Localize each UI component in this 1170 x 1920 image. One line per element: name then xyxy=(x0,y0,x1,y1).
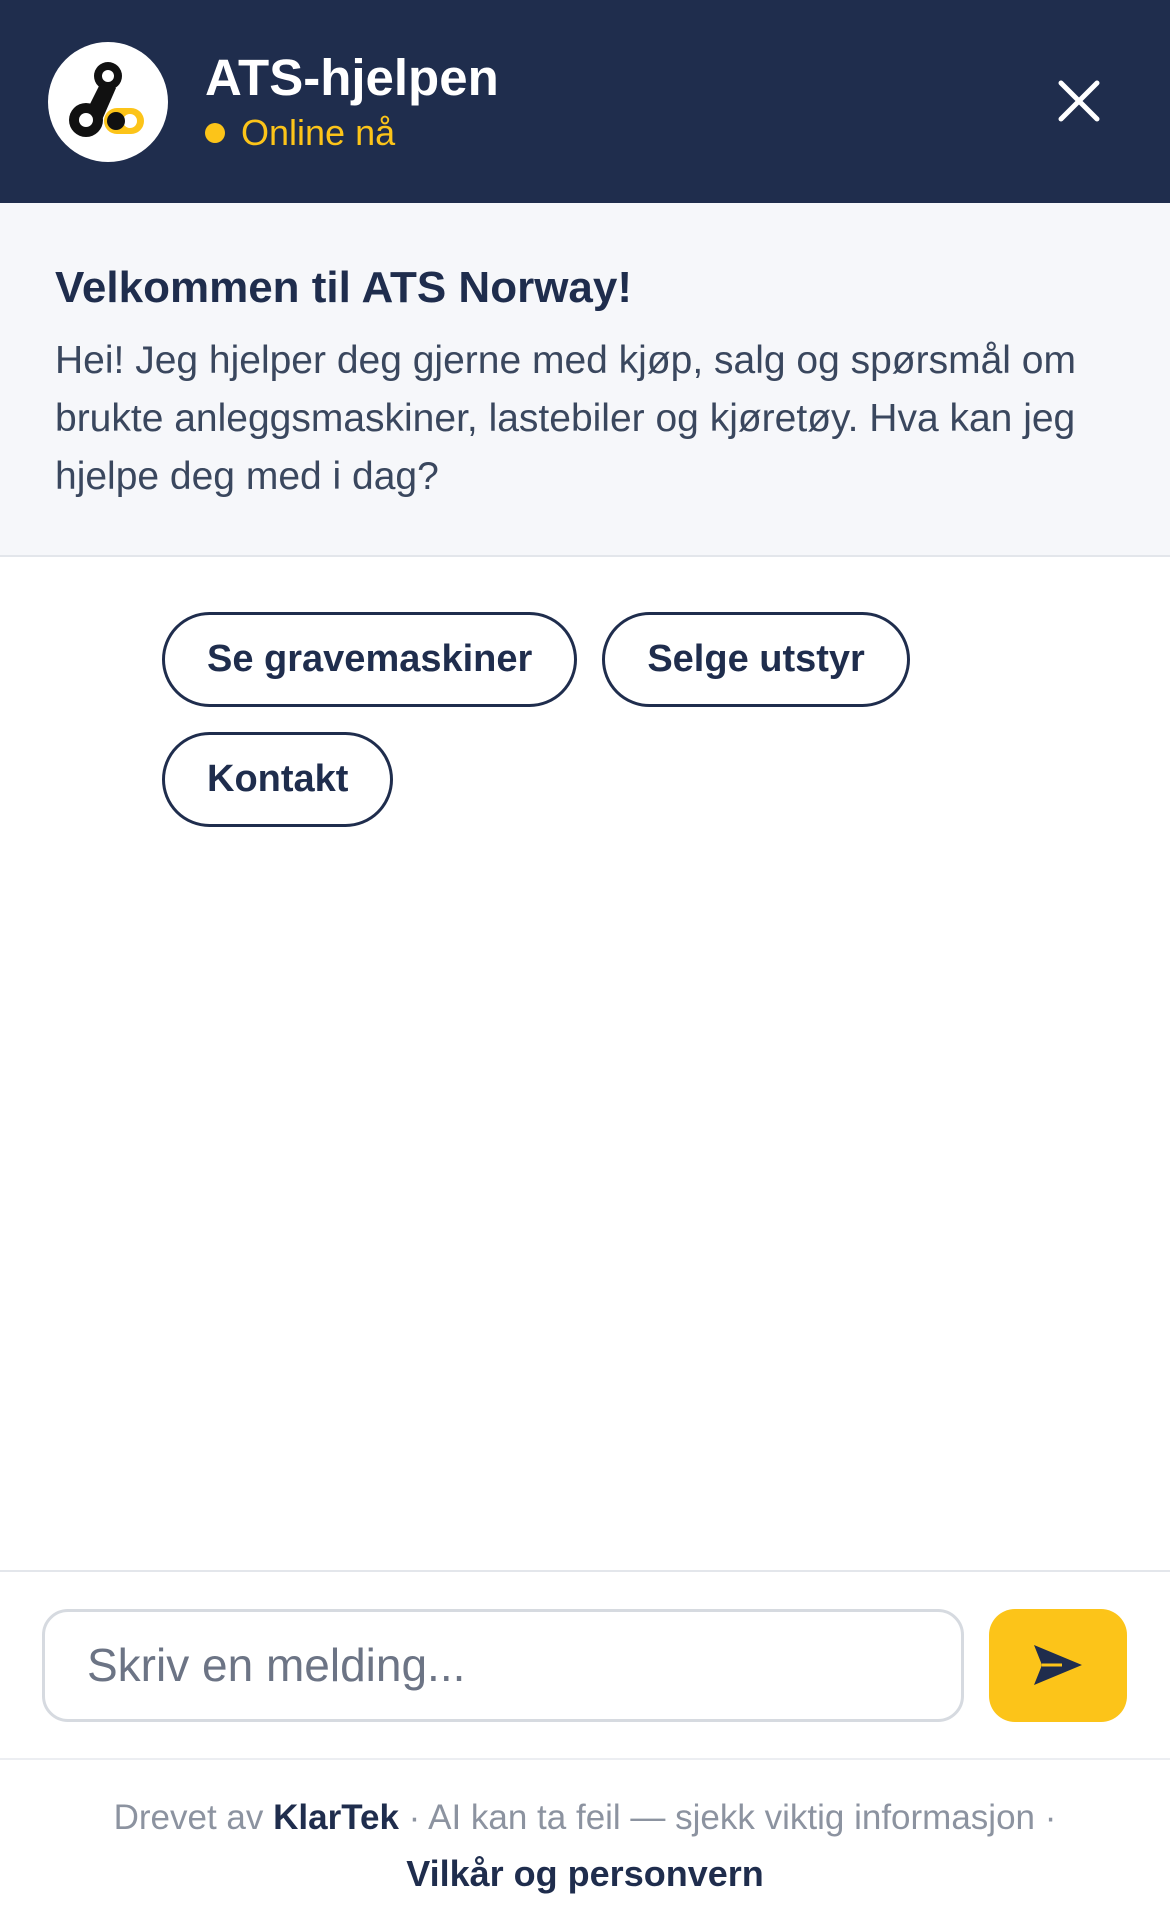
bot-avatar xyxy=(48,41,168,162)
message-input[interactable] xyxy=(42,1608,964,1722)
chat-footer: Drevet av KlarTek · AI kan ta feil — sje… xyxy=(0,1760,1170,1920)
online-status: Online nå xyxy=(205,112,499,154)
welcome-title: Velkommen til ATS Norway! xyxy=(55,263,633,312)
disclaimer-text: · AI kan ta feil — sjekk viktig informas… xyxy=(408,1798,1057,1837)
send-button[interactable] xyxy=(989,1608,1127,1722)
welcome-message: Velkommen til ATS Norway! Hei! Jeg hjelp… xyxy=(0,203,1170,557)
close-button[interactable] xyxy=(1056,78,1102,124)
welcome-body: Hei! Jeg hjelper deg gjerne med kjøp, sa… xyxy=(55,339,1076,498)
status-text: Online nå xyxy=(241,111,396,153)
quick-reply-selge-utstyr[interactable]: Selge utstyr xyxy=(602,612,910,707)
terms-link[interactable]: Vilkår og personvern xyxy=(0,1846,1170,1902)
powered-prefix: Drevet av xyxy=(113,1798,264,1837)
quick-reply-kontakt[interactable]: Kontakt xyxy=(162,732,394,827)
chat-widget: ATS-hjelpen Online nå Velkommen til ATS … xyxy=(0,0,1170,1920)
bot-name: ATS-hjelpen xyxy=(205,48,499,106)
footer-line: Drevet av KlarTek · AI kan ta feil — sje… xyxy=(0,1790,1170,1846)
header-text: ATS-hjelpen Online nå xyxy=(205,48,499,154)
ats-logo-icon xyxy=(69,61,144,137)
send-icon xyxy=(1034,1645,1082,1685)
quick-replies: Se gravemaskiner Selge utstyr Kontakt xyxy=(162,612,962,827)
close-icon xyxy=(1058,80,1100,122)
chat-header: ATS-hjelpen Online nå xyxy=(0,0,1170,203)
quick-reply-se-gravemaskiner[interactable]: Se gravemaskiner xyxy=(162,612,578,707)
status-dot-icon xyxy=(205,122,225,143)
message-composer xyxy=(0,1570,1170,1760)
brand-link[interactable]: KlarTek xyxy=(273,1798,399,1837)
message-area: Se gravemaskiner Selge utstyr Kontakt xyxy=(0,557,1170,1570)
